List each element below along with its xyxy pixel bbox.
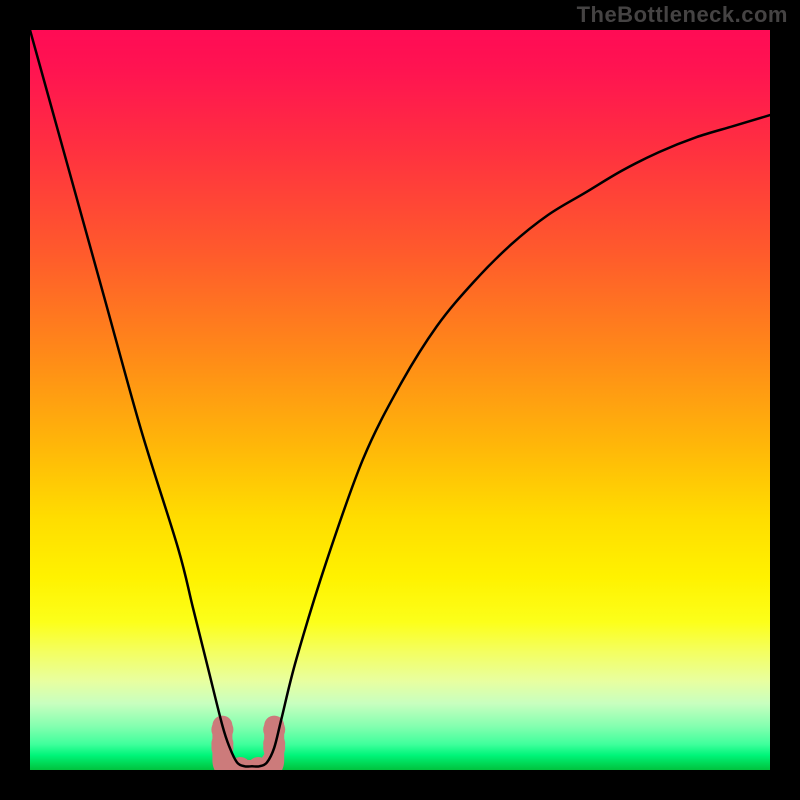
chart-svg [30,30,770,770]
plot-area [30,30,770,770]
chart-frame: TheBottleneck.com [0,0,800,800]
bottleneck-curve [30,30,770,767]
watermark-text: TheBottleneck.com [577,2,788,28]
